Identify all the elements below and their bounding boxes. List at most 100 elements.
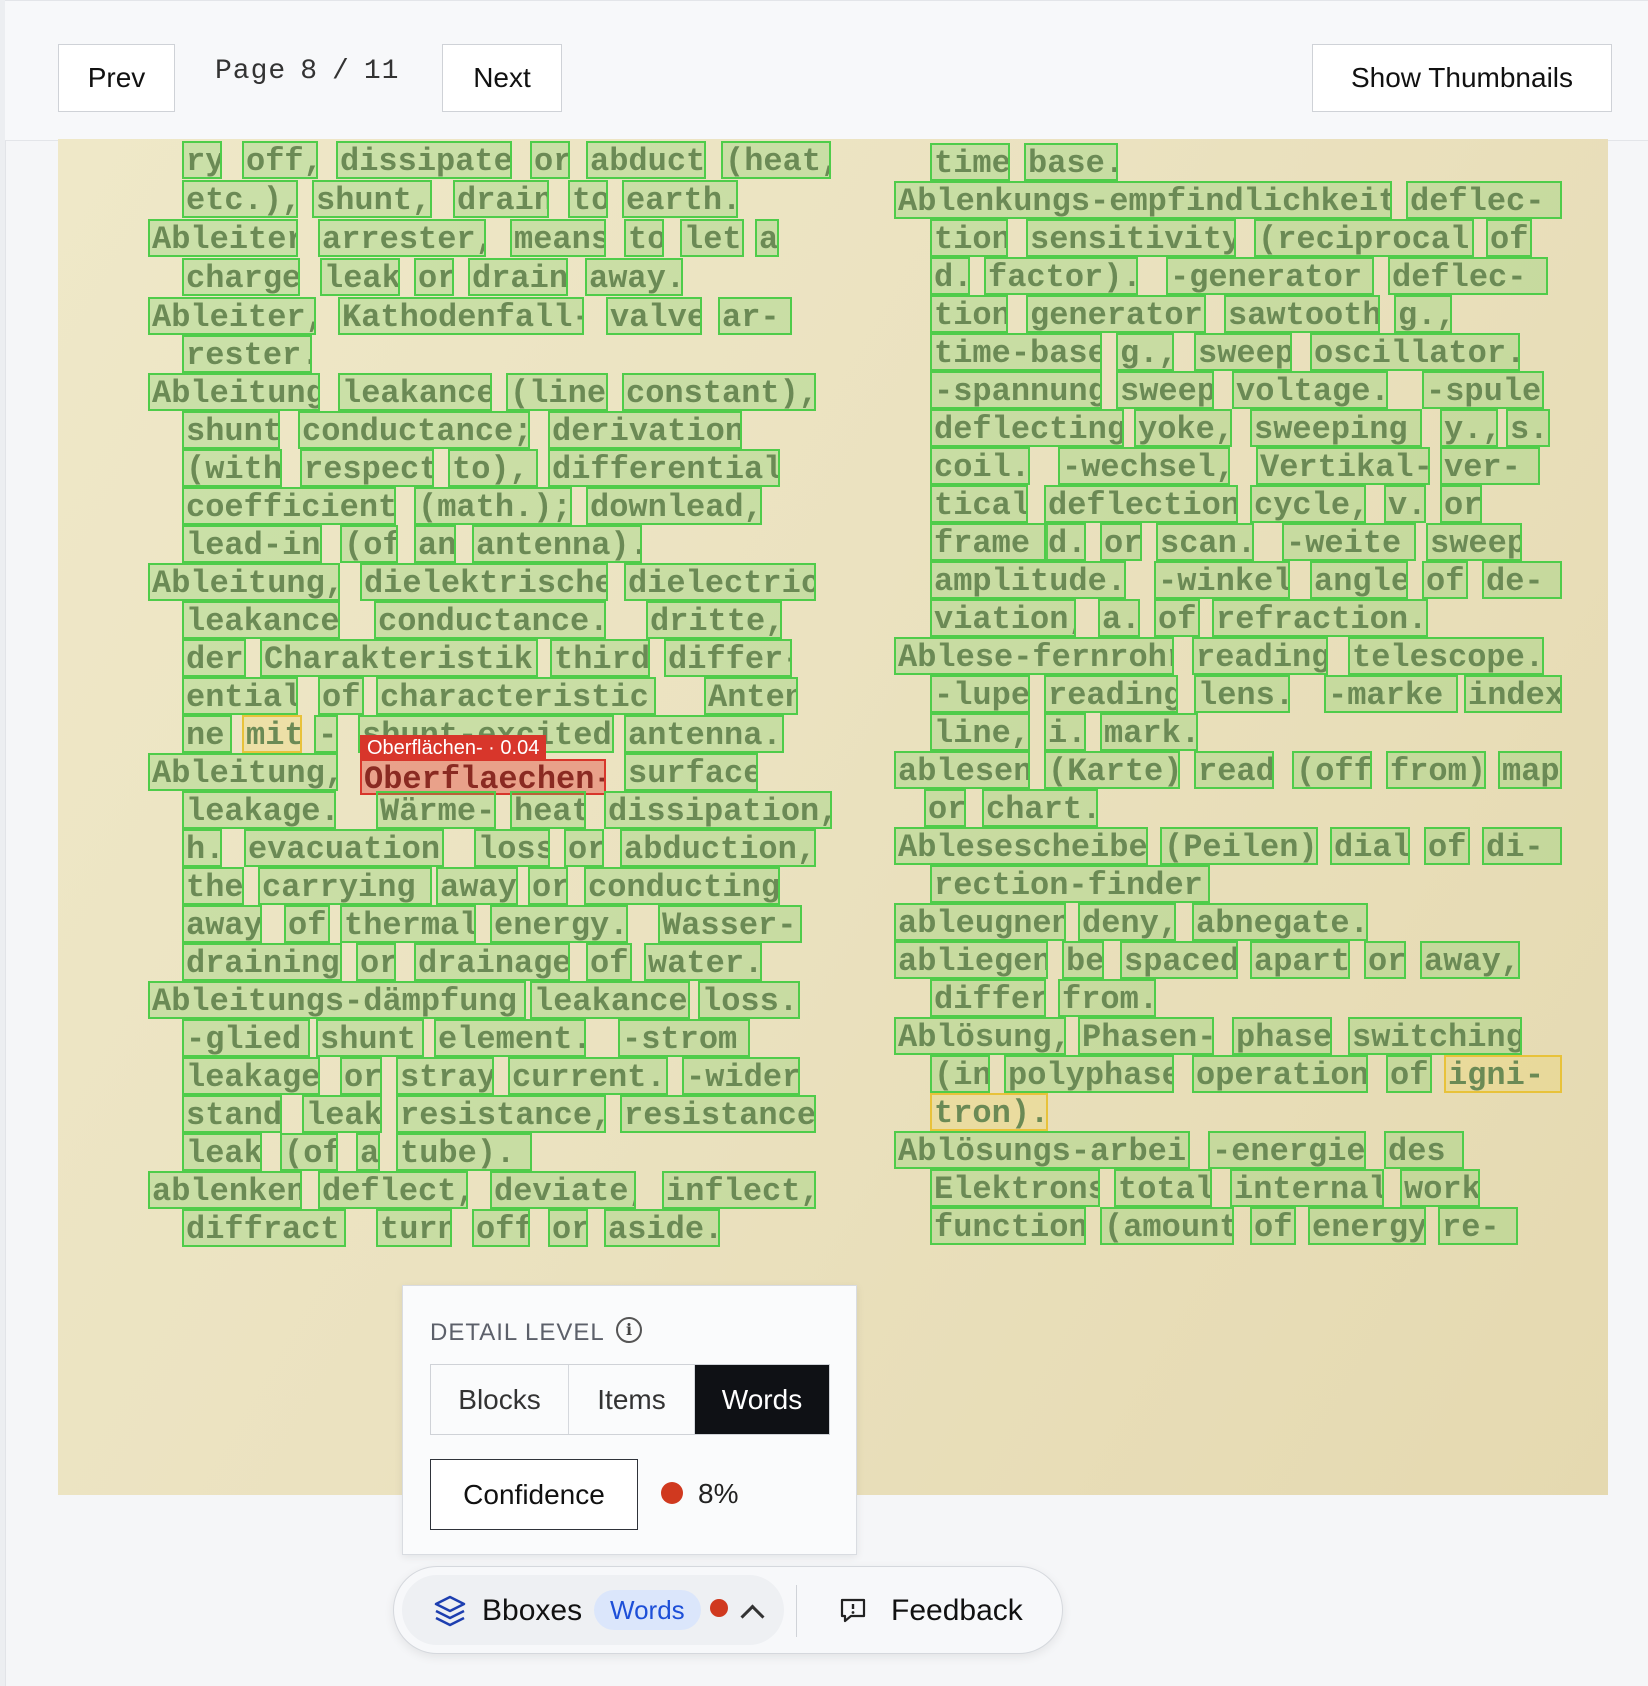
- word-box[interactable]: energy.: [490, 905, 628, 943]
- word-box[interactable]: a: [755, 219, 779, 257]
- word-box[interactable]: Ablösung,: [894, 1017, 1066, 1055]
- word-box[interactable]: y.,: [1440, 409, 1498, 447]
- chevron-up-icon[interactable]: [740, 1604, 765, 1629]
- word-box[interactable]: abliegen: [894, 941, 1048, 979]
- word-box[interactable]: d.: [930, 257, 970, 295]
- word-box[interactable]: ver-: [1440, 447, 1540, 485]
- word-box[interactable]: di-: [1482, 827, 1562, 865]
- word-box[interactable]: or: [528, 867, 568, 905]
- word-box[interactable]: Kathodenfall-: [338, 297, 584, 335]
- word-box[interactable]: ablenken: [148, 1171, 302, 1209]
- word-box[interactable]: differ: [930, 979, 1046, 1017]
- word-box[interactable]: means: [510, 219, 606, 257]
- word-box[interactable]: of: [1422, 561, 1468, 599]
- word-box[interactable]: away.: [585, 258, 683, 296]
- word-box[interactable]: work: [1400, 1169, 1480, 1207]
- word-box[interactable]: antenna).: [472, 525, 642, 563]
- word-box[interactable]: v.: [1384, 485, 1426, 523]
- word-box[interactable]: frame: [930, 523, 1048, 561]
- word-box[interactable]: refraction.: [1212, 599, 1428, 637]
- word-box[interactable]: Ableiter,: [148, 297, 316, 335]
- word-box[interactable]: dial: [1330, 827, 1410, 865]
- word-box[interactable]: operation: [1192, 1055, 1368, 1093]
- word-box[interactable]: downlead,: [586, 487, 762, 525]
- feedback-button[interactable]: Feedback: [891, 1594, 1023, 1628]
- word-box[interactable]: (in: [930, 1055, 990, 1093]
- word-box[interactable]: of: [1486, 219, 1532, 257]
- word-box[interactable]: a: [356, 1133, 380, 1171]
- prev-page-button[interactable]: Prev: [58, 44, 175, 112]
- word-box[interactable]: Phasen-: [1078, 1017, 1214, 1055]
- word-box[interactable]: (line: [506, 373, 608, 411]
- word-box[interactable]: drain: [468, 258, 568, 296]
- word-box[interactable]: leakance: [530, 981, 690, 1019]
- word-box[interactable]: deflec-: [1388, 257, 1548, 295]
- word-box[interactable]: differ-: [664, 639, 792, 677]
- word-box[interactable]: internal: [1230, 1169, 1384, 1207]
- word-box[interactable]: polyphase: [1004, 1055, 1174, 1093]
- word-box[interactable]: sweeping: [1250, 409, 1422, 447]
- word-box[interactable]: (with: [182, 449, 282, 487]
- word-box[interactable]: conducting: [584, 867, 780, 905]
- next-page-button[interactable]: Next: [442, 44, 562, 112]
- word-box[interactable]: coefficient: [182, 487, 396, 525]
- word-box[interactable]: characteristic.: [376, 677, 656, 715]
- word-box[interactable]: Ablösungs-arbeit,: [894, 1131, 1190, 1169]
- word-box[interactable]: Wärme-: [376, 791, 496, 829]
- word-box[interactable]: Anten-: [704, 677, 798, 715]
- word-box[interactable]: derivation: [548, 411, 742, 449]
- word-box[interactable]: deviate,: [490, 1171, 636, 1209]
- word-box[interactable]: sensitivity: [1026, 219, 1236, 257]
- word-box[interactable]: sawtooth: [1224, 295, 1380, 333]
- word-box[interactable]: yoke,: [1134, 409, 1232, 447]
- word-box[interactable]: leak: [182, 1133, 262, 1171]
- word-box[interactable]: g.,: [1116, 333, 1174, 371]
- word-box[interactable]: -: [314, 715, 338, 753]
- word-box[interactable]: igni-: [1444, 1055, 1562, 1093]
- word-box[interactable]: reading: [1192, 637, 1328, 675]
- word-box[interactable]: energy: [1308, 1207, 1426, 1245]
- word-box[interactable]: leakance: [338, 373, 492, 411]
- word-box[interactable]: tion: [930, 219, 1008, 257]
- word-box[interactable]: -wechsel,: [1058, 447, 1230, 485]
- word-box[interactable]: a.: [1098, 599, 1140, 637]
- word-box[interactable]: antenna.: [624, 715, 784, 753]
- word-box[interactable]: shunt,: [312, 180, 432, 218]
- word-box[interactable]: to: [568, 180, 608, 218]
- word-box[interactable]: dielektrische: [360, 563, 608, 601]
- word-box[interactable]: ar-: [718, 297, 792, 335]
- word-box[interactable]: away: [436, 867, 518, 905]
- word-box[interactable]: loss.: [698, 981, 800, 1019]
- word-box[interactable]: angle: [1310, 561, 1408, 599]
- word-box[interactable]: resistance,: [396, 1095, 606, 1133]
- word-box[interactable]: des: [1384, 1131, 1464, 1169]
- word-box[interactable]: respect: [300, 449, 434, 487]
- word-box[interactable]: factor).: [984, 257, 1138, 295]
- word-box[interactable]: (reciprocal: [1254, 219, 1474, 257]
- word-box[interactable]: of: [318, 677, 364, 715]
- word-box[interactable]: or: [548, 1209, 588, 1247]
- word-box[interactable]: -glied: [182, 1019, 310, 1057]
- word-box[interactable]: line,: [930, 713, 1030, 751]
- word-box[interactable]: dissipate: [336, 141, 512, 179]
- word-box[interactable]: conductance;: [298, 411, 530, 449]
- word-box[interactable]: viation,: [930, 599, 1076, 637]
- word-box[interactable]: let: [680, 219, 744, 257]
- word-box[interactable]: of: [1250, 1207, 1296, 1245]
- word-box[interactable]: charge: [182, 258, 300, 296]
- word-box[interactable]: generator,: [1026, 295, 1206, 333]
- word-box[interactable]: (of: [280, 1133, 338, 1171]
- word-box[interactable]: ne: [182, 715, 232, 753]
- word-box[interactable]: total: [1114, 1169, 1212, 1207]
- word-box[interactable]: i.: [1044, 713, 1086, 751]
- word-box[interactable]: tube).: [396, 1133, 532, 1171]
- word-box[interactable]: or: [356, 943, 396, 981]
- word-box[interactable]: rection-finder.: [930, 865, 1210, 903]
- word-box[interactable]: water.: [644, 943, 762, 981]
- word-box[interactable]: -generator: [1166, 257, 1374, 295]
- word-box[interactable]: constant),: [622, 373, 816, 411]
- word-box[interactable]: from.: [1058, 979, 1156, 1017]
- word-box[interactable]: Wasser-: [658, 905, 802, 943]
- word-box[interactable]: shunt: [316, 1019, 424, 1057]
- word-box[interactable]: deflection: [1044, 485, 1238, 523]
